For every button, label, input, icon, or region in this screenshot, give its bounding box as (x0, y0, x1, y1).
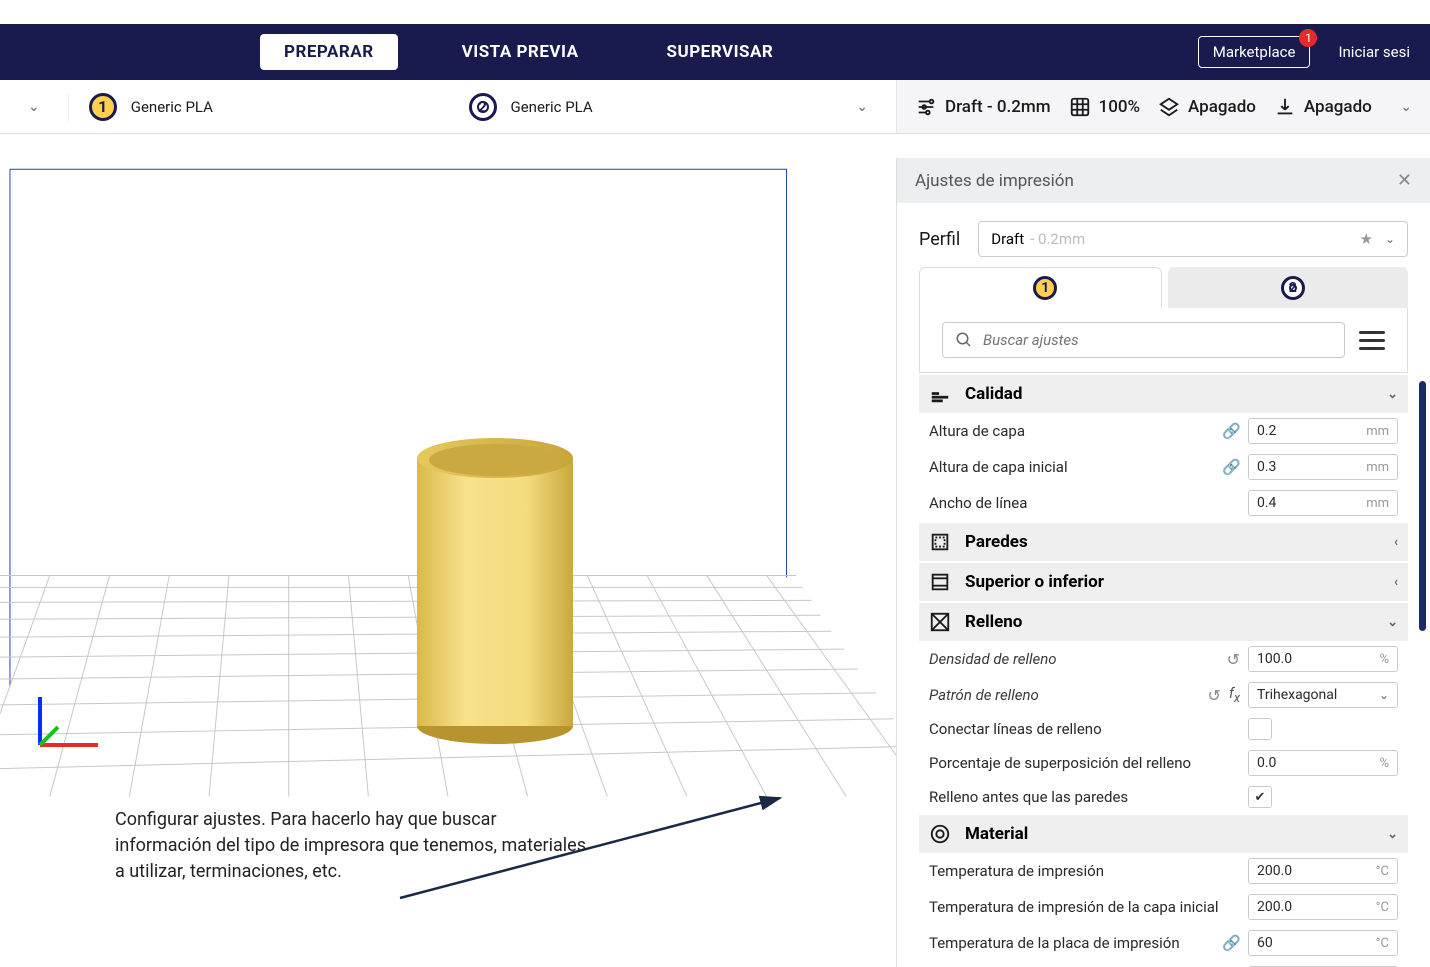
setting-print-temp: Temperatura de impresión 200.0°C (919, 853, 1408, 889)
setting-initial-layer-height: Altura de capa inicial 🔗 0.3mm (919, 449, 1408, 485)
section-topbottom[interactable]: Superior o inferior ‹ (919, 563, 1408, 601)
close-icon[interactable]: ✕ (1397, 170, 1412, 191)
setting-flow: Flujo 100.0% (919, 961, 1408, 967)
setting-infill-density: Densidad de relleno ↺ 100.0% (919, 641, 1408, 677)
printer-select-chevron[interactable]: ⌄ (10, 99, 58, 115)
quality-icon (929, 383, 951, 405)
material-bar: ⌄ 1 Generic PLA 2 Generic PLA ⌄ Draft - … (0, 80, 1430, 134)
support-icon (1158, 96, 1180, 118)
infill-overlap-input[interactable]: 0.0% (1248, 750, 1398, 776)
setting-infill-overlap: Porcentaje de superposición del relleno … (919, 745, 1408, 781)
search-settings-input[interactable] (942, 322, 1345, 358)
infill-density-input[interactable]: 100.0% (1248, 646, 1398, 672)
infill-before-walls-checkbox[interactable] (1248, 786, 1272, 808)
extruder-tab-2[interactable]: 2 (1168, 267, 1409, 308)
axis-indicator (28, 687, 108, 767)
model-cylinder[interactable] (410, 428, 580, 748)
line-width-input[interactable]: 0.4mm (1248, 490, 1398, 516)
setting-line-width: Ancho de línea 0.4mm (919, 485, 1408, 521)
extruder2-material: Generic PLA (511, 98, 593, 116)
panel-header: Ajustes de impresión ✕ (897, 158, 1430, 203)
print-settings-panel: Ajustes de impresión ✕ Perfil Draft - 0.… (896, 158, 1430, 967)
sliders-icon (915, 96, 937, 118)
chevron-down-icon: ⌄ (1385, 232, 1395, 246)
login-button[interactable]: Iniciar sesi (1324, 37, 1410, 67)
chevron-left-icon: ‹ (1394, 535, 1398, 550)
bed-temp-input[interactable]: 60°C (1248, 930, 1398, 956)
section-infill[interactable]: Relleno ⌄ (919, 603, 1408, 641)
summary-expand-chevron[interactable]: ⌄ (1400, 99, 1412, 115)
extruder-expand-chevron[interactable]: ⌄ (838, 99, 886, 115)
extruder1-material: Generic PLA (131, 98, 213, 116)
walls-icon (929, 531, 951, 553)
profile-label: Perfil (919, 229, 960, 250)
tab-monitor[interactable]: SUPERVISAR (643, 34, 798, 70)
section-walls[interactable]: Paredes ‹ (919, 523, 1408, 561)
hamburger-menu[interactable] (1359, 322, 1385, 358)
initial-layer-height-input[interactable]: 0.3mm (1248, 454, 1398, 480)
tab-preview[interactable]: VISTA PREVIA (438, 34, 603, 70)
infill-icon (929, 611, 951, 633)
panel-title: Ajustes de impresión (915, 171, 1074, 191)
setting-infill-before-walls: Relleno antes que las paredes (919, 781, 1408, 813)
summary-infill: 100% (1099, 97, 1141, 117)
adhesion-icon (1274, 96, 1296, 118)
layer-height-input[interactable]: 0.2mm (1248, 418, 1398, 444)
3d-viewport[interactable]: Configurar ajustes. Para hacerlo hay que… (0, 158, 896, 967)
link-icon[interactable]: 🔗 (1222, 422, 1240, 440)
material-icon (929, 823, 951, 845)
search-field[interactable] (983, 331, 1332, 349)
print-temp-initial-input[interactable]: 200.0°C (1248, 894, 1398, 920)
topbottom-icon (929, 571, 951, 593)
summary-profile: Draft - 0.2mm (945, 97, 1051, 117)
extruder1-badge[interactable]: 1 (89, 93, 117, 121)
extruder2-badge[interactable]: 2 (469, 93, 497, 121)
reset-icon[interactable]: ↺ (1227, 650, 1240, 669)
setting-print-temp-initial: Temperatura de impresión de la capa inic… (919, 889, 1408, 925)
chevron-down-icon: ⌄ (1387, 827, 1398, 842)
setting-layer-height: Altura de capa 🔗 0.2mm (919, 413, 1408, 449)
annotation-text: Configurar ajustes. Para hacerlo hay que… (115, 807, 595, 885)
link-icon[interactable]: 🔗 (1222, 458, 1240, 476)
fx-icon[interactable]: fx (1229, 684, 1240, 706)
infill-icon (1069, 96, 1091, 118)
chevron-down-icon: ⌄ (1387, 615, 1398, 630)
print-settings-summary[interactable]: Draft - 0.2mm 100% Apagado Apagado ⌄ (896, 80, 1430, 133)
link-icon[interactable]: 🔗 (1222, 934, 1240, 952)
reset-icon[interactable]: ↺ (1208, 686, 1221, 705)
print-temp-input[interactable]: 200.0°C (1248, 858, 1398, 884)
setting-infill-pattern: Patrón de relleno ↺ fx Trihexagonal⌄ (919, 677, 1408, 713)
profile-selector[interactable]: Draft - 0.2mm ★ ⌄ (978, 221, 1408, 257)
top-navbar: PREPARAR VISTA PREVIA SUPERVISAR Marketp… (0, 24, 1430, 80)
summary-support: Apagado (1188, 97, 1256, 117)
marketplace-button[interactable]: Marketplace 1 (1198, 36, 1311, 68)
infill-pattern-select[interactable]: Trihexagonal⌄ (1248, 682, 1398, 708)
tab-prepare[interactable]: PREPARAR (260, 34, 398, 70)
connect-infill-checkbox[interactable] (1248, 718, 1272, 740)
chevron-down-icon: ⌄ (1387, 387, 1398, 402)
profile-value: Draft (991, 230, 1024, 248)
star-icon[interactable]: ★ (1359, 230, 1372, 248)
section-quality[interactable]: Calidad ⌄ (919, 375, 1408, 413)
search-icon (955, 331, 973, 349)
setting-connect-infill: Conectar líneas de relleno (919, 713, 1408, 745)
setting-bed-temp: Temperatura de la placa de impresión 🔗 6… (919, 925, 1408, 961)
settings-list[interactable]: Calidad ⌄ Altura de capa 🔗 0.2mm Altura … (897, 373, 1430, 967)
section-material[interactable]: Material ⌄ (919, 815, 1408, 853)
profile-suffix: - 0.2mm (1030, 230, 1085, 248)
summary-adhesion: Apagado (1304, 97, 1372, 117)
scrollbar[interactable] (1419, 381, 1426, 631)
chevron-left-icon: ‹ (1394, 575, 1398, 590)
notification-badge: 1 (1299, 29, 1317, 47)
extruder-tab-1[interactable]: 1 (919, 267, 1162, 308)
marketplace-label: Marketplace (1213, 43, 1296, 61)
